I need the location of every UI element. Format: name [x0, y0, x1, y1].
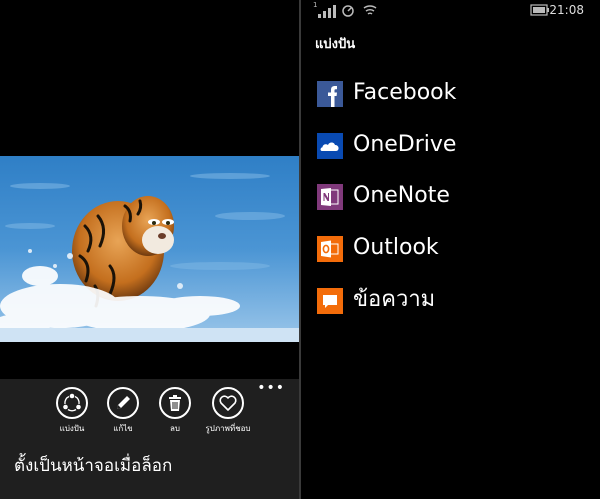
data-sync-icon	[342, 5, 354, 17]
onedrive-icon	[317, 133, 343, 159]
photo-viewer-panel: ••• แบ่งปัน แก้ไข ลบ รูปภาพที่ชอบ ตั้งเป…	[0, 0, 299, 499]
favorite-button[interactable]: รูปภาพที่ชอบ	[201, 387, 255, 433]
delete-button[interactable]: ลบ	[148, 387, 202, 433]
signal-strength-icon	[318, 5, 336, 18]
edit-button[interactable]: แก้ไข	[96, 387, 150, 433]
battery-icon	[530, 4, 549, 16]
trash-icon	[169, 395, 181, 411]
wifi-icon	[363, 5, 377, 15]
pencil-icon	[117, 396, 130, 409]
share-target-label: ข้อความ	[353, 287, 436, 312]
share-target-label: Outlook	[353, 235, 439, 260]
share-icon	[63, 393, 81, 412]
share-target-label: OneNote	[353, 183, 450, 208]
favorite-label: รูปภาพที่ชอบ	[205, 424, 251, 433]
sim-badge: 1	[313, 1, 318, 9]
status-bar: 1 21:08	[301, 0, 600, 22]
share-target-label: OneDrive	[353, 132, 457, 157]
messaging-icon	[317, 288, 343, 314]
outlook-icon	[317, 236, 343, 262]
tiger-photo[interactable]	[0, 156, 299, 342]
onenote-icon	[317, 184, 343, 210]
share-title: แบ่งปัน	[315, 37, 356, 52]
share-target-label: Facebook	[353, 80, 457, 105]
heart-icon	[219, 395, 237, 411]
share-button[interactable]: แบ่งปัน	[45, 387, 99, 433]
clock: 21:08	[549, 3, 584, 17]
more-options-button[interactable]: •••	[257, 381, 285, 395]
delete-label: ลบ	[170, 424, 180, 433]
facebook-icon	[317, 81, 343, 107]
app-bar: ••• แบ่งปัน แก้ไข ลบ รูปภาพที่ชอบ	[0, 379, 299, 499]
edit-label: แก้ไข	[113, 424, 133, 433]
set-as-lock-screen-link[interactable]: ตั้งเป็นหน้าจอเมื่อล็อก	[14, 452, 172, 479]
share-panel: 1 21:08 แบ่งปัน Facebook OneDrive OneNot…	[301, 0, 600, 499]
share-label: แบ่งปัน	[59, 424, 85, 433]
